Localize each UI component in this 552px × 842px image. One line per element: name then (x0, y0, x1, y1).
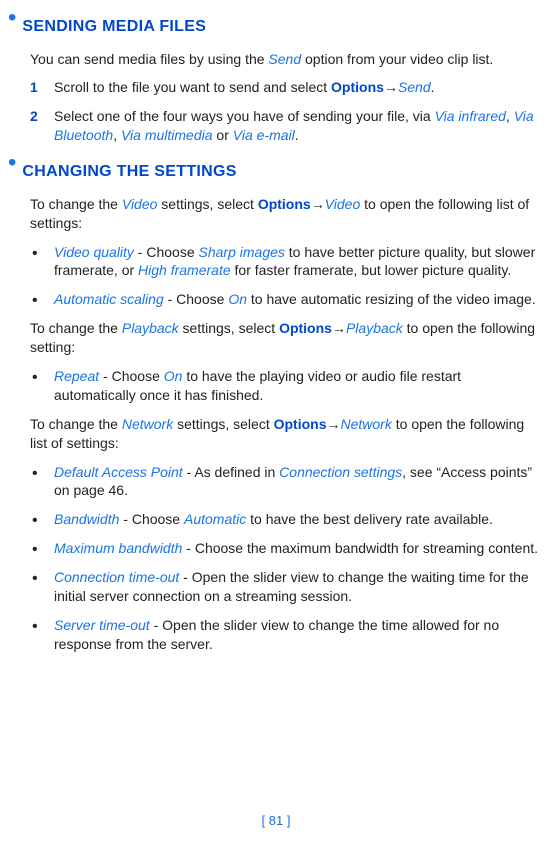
option-value: On (164, 368, 183, 384)
text: - As defined in (183, 464, 280, 480)
playback-settings-list: Repeat - Choose On to have the playing v… (30, 367, 544, 405)
option-value: High framerate (138, 262, 231, 278)
setting-name: Repeat (54, 368, 99, 384)
list-item: Connection time-out - Open the slider vi… (30, 568, 544, 606)
video-term: Video (122, 196, 158, 212)
bullet-dot-icon: • (8, 155, 16, 171)
text: Scroll to the file you want to send and … (54, 79, 331, 95)
options-keyword: Options (331, 79, 384, 95)
text: - Choose (134, 244, 199, 260)
setting-name: Bandwidth (54, 511, 119, 527)
text: or (213, 127, 233, 143)
text: - Choose (164, 291, 229, 307)
intro-paragraph: You can send media files by using the Se… (30, 50, 544, 69)
text: - Choose (119, 511, 184, 527)
playback-term: Playback (122, 320, 179, 336)
setting-name: Video quality (54, 244, 134, 260)
section-heading-sending: • SENDING MEDIA FILES (8, 10, 544, 50)
bullet-dot-icon: • (8, 10, 16, 26)
text: . (295, 127, 299, 143)
text: You can send media files by using the (30, 51, 268, 67)
arrow-icon: → (311, 196, 325, 212)
playback-term: Playback (346, 320, 403, 336)
arrow-icon: → (384, 79, 398, 95)
text: , (113, 127, 121, 143)
text: To change the (30, 196, 122, 212)
list-item: Automatic scaling - Choose On to have au… (30, 290, 544, 309)
network-settings-paragraph: To change the Network settings, select O… (30, 415, 544, 453)
step-1: 1 Scroll to the file you want to send an… (30, 78, 544, 97)
option-value: Automatic (184, 511, 246, 527)
option-value: On (228, 291, 247, 307)
step-number: 2 (30, 107, 46, 145)
network-settings-list: Default Access Point - As defined in Con… (30, 463, 544, 654)
network-term: Network (341, 416, 392, 432)
heading-text: SENDING MEDIA FILES (22, 16, 206, 38)
options-keyword: Options (274, 416, 327, 432)
via-multimedia: Via multimedia (121, 127, 213, 143)
text: for faster framerate, but lower picture … (231, 262, 512, 278)
list-item: Repeat - Choose On to have the playing v… (30, 367, 544, 405)
step-number: 1 (30, 78, 46, 97)
via-infrared: Via infrared (435, 108, 506, 124)
video-settings-list: Video quality - Choose Sharp images to h… (30, 243, 544, 310)
setting-name: Connection time-out (54, 569, 179, 585)
arrow-icon: → (332, 320, 346, 336)
playback-settings-paragraph: To change the Playback settings, select … (30, 319, 544, 357)
setting-name: Default Access Point (54, 464, 183, 480)
text: - Choose (99, 368, 164, 384)
step-body: Select one of the four ways you have of … (54, 107, 544, 145)
options-keyword: Options (258, 196, 311, 212)
list-item: Server time-out - Open the slider view t… (30, 616, 544, 654)
text: option from your video clip list. (301, 51, 493, 67)
video-settings-paragraph: To change the Video settings, select Opt… (30, 195, 544, 233)
text: settings, select (173, 416, 273, 432)
list-item: Video quality - Choose Sharp images to h… (30, 243, 544, 281)
text: Select one of the four ways you have of … (54, 108, 435, 124)
video-term: Video (325, 196, 361, 212)
text: settings, select (157, 196, 257, 212)
list-item: Maximum bandwidth - Choose the maximum b… (30, 539, 544, 558)
list-item: Bandwidth - Choose Automatic to have the… (30, 510, 544, 529)
send-term: Send (398, 79, 431, 95)
text: , (506, 108, 514, 124)
send-term: Send (268, 51, 301, 67)
setting-name: Maximum bandwidth (54, 540, 182, 556)
steps-block: 1 Scroll to the file you want to send an… (30, 78, 544, 145)
text: to have the best delivery rate available… (246, 511, 493, 527)
option-value: Sharp images (199, 244, 285, 260)
link-term: Connection settings (279, 464, 402, 480)
text: settings, select (179, 320, 279, 336)
text: . (431, 79, 435, 95)
text: To change the (30, 320, 122, 336)
step-2: 2 Select one of the four ways you have o… (30, 107, 544, 145)
setting-name: Automatic scaling (54, 291, 164, 307)
text: to have automatic resizing of the video … (247, 291, 536, 307)
options-keyword: Options (279, 320, 332, 336)
heading-text: CHANGING THE SETTINGS (22, 161, 236, 183)
network-term: Network (122, 416, 173, 432)
via-email: Via e-mail (233, 127, 295, 143)
text: - Choose the maximum bandwidth for strea… (182, 540, 538, 556)
step-body: Scroll to the file you want to send and … (54, 78, 437, 97)
text: To change the (30, 416, 122, 432)
page-number: [ 81 ] (0, 812, 552, 830)
arrow-icon: → (327, 416, 341, 432)
setting-name: Server time-out (54, 617, 150, 633)
section-heading-settings: • CHANGING THE SETTINGS (8, 155, 544, 195)
list-item: Default Access Point - As defined in Con… (30, 463, 544, 501)
